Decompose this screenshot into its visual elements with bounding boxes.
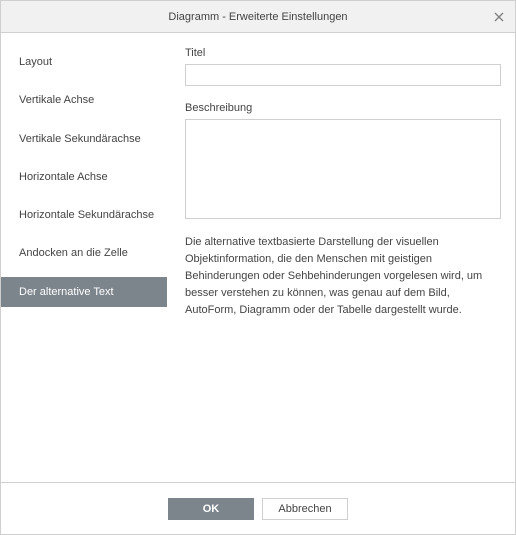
sidebar-item-label: Der alternative Text [19,286,114,298]
sidebar-item-label: Andocken an die Zelle [19,247,128,259]
dialog-title: Diagramm - Erweiterte Einstellungen [168,11,347,23]
sidebar-item-layout[interactable]: Layout [1,47,167,77]
sidebar-item-label: Vertikale Sekundärachse [19,133,141,145]
sidebar-item-alternative-text[interactable]: Der alternative Text [1,277,167,307]
sidebar-item-label: Layout [19,56,52,68]
close-icon [494,12,504,22]
sidebar-item-label: Horizontale Sekundärachse [19,209,154,221]
close-button[interactable] [491,9,507,25]
dialog-footer: OK Abbrechen [1,482,515,534]
title-label: Titel [185,47,501,59]
description-label: Beschreibung [185,102,501,114]
sidebar-item-horizontal-secondary-axis[interactable]: Horizontale Sekundärachse [1,200,167,230]
help-text: Die alternative textbasierte Darstellung… [185,234,501,319]
ok-button-label: OK [203,503,220,515]
description-textarea[interactable] [185,119,501,219]
sidebar-item-vertical-secondary-axis[interactable]: Vertikale Sekundärachse [1,124,167,154]
dialog-body: Layout Vertikale Achse Vertikale Sekundä… [1,33,515,482]
ok-button[interactable]: OK [168,498,254,520]
sidebar: Layout Vertikale Achse Vertikale Sekundä… [1,45,167,482]
sidebar-item-label: Vertikale Achse [19,94,94,106]
dialog: Diagramm - Erweiterte Einstellungen Layo… [0,0,516,535]
sidebar-item-vertical-axis[interactable]: Vertikale Achse [1,85,167,115]
content-pane: Titel Beschreibung Die alternative textb… [167,45,501,482]
titlebar: Diagramm - Erweiterte Einstellungen [1,1,515,33]
cancel-button-label: Abbrechen [278,503,331,515]
title-input[interactable] [185,64,501,86]
sidebar-item-snap-to-cell[interactable]: Andocken an die Zelle [1,238,167,268]
sidebar-item-horizontal-axis[interactable]: Horizontale Achse [1,162,167,192]
cancel-button[interactable]: Abbrechen [262,498,348,520]
sidebar-item-label: Horizontale Achse [19,171,108,183]
